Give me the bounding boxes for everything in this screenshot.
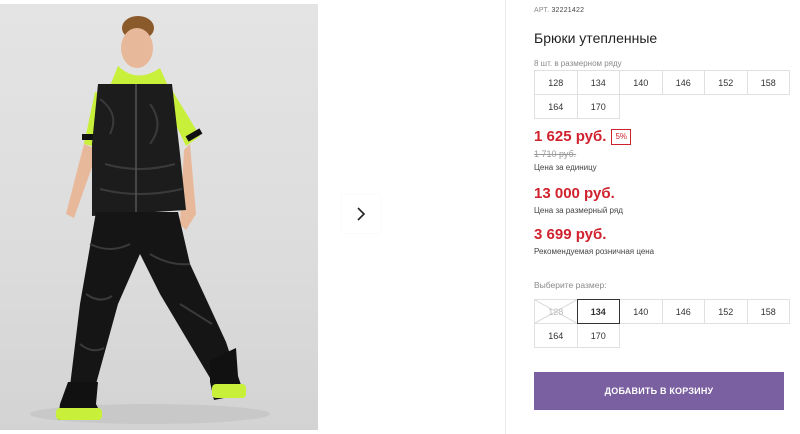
size-row-cell: 170	[576, 94, 620, 119]
size-row-cell: 146	[661, 70, 705, 95]
product-title: Брюки утепленные	[534, 30, 658, 46]
size-row-grid: 128 134 140 146 152 158 164 170	[534, 70, 790, 119]
product-gallery	[0, 0, 505, 434]
product-photo	[0, 4, 318, 430]
column-divider	[505, 0, 506, 434]
rrp-label: Рекомендуемая розничная цена	[534, 247, 655, 256]
unit-price-label: Цена за единицу	[534, 163, 597, 172]
size-row-cell: 128	[534, 70, 578, 95]
size-row-cell: 140	[619, 70, 663, 95]
size-option-158[interactable]: 158	[746, 299, 790, 324]
size-picker: 128 134 140 146 152 158 164 170	[534, 299, 790, 348]
pcs-in-row-label: 8 шт. в размерном ряду	[534, 59, 622, 68]
size-option-label: 128	[548, 306, 564, 317]
old-price: 1 710 руб.	[534, 149, 577, 159]
model-illustration	[30, 16, 270, 424]
add-to-cart-button[interactable]: ДОБАВИТЬ В КОРЗИНУ	[534, 372, 784, 410]
choose-size-label: Выберите размер:	[534, 280, 607, 290]
size-option-134[interactable]: 134	[576, 299, 620, 324]
size-option-146[interactable]: 146	[661, 299, 705, 324]
gallery-next-button[interactable]	[342, 195, 380, 233]
size-row-cell: 134	[576, 70, 620, 95]
row-price: 13 000 руб.	[534, 185, 615, 202]
size-option-140[interactable]: 140	[619, 299, 663, 324]
size-option-128: 128	[534, 299, 578, 324]
size-row-cell: 152	[704, 70, 748, 95]
article-label: АРТ.	[534, 7, 550, 14]
chevron-right-icon	[357, 207, 366, 221]
rrp-price: 3 699 руб.	[534, 226, 607, 243]
discount-badge: 5%	[611, 128, 632, 145]
unit-price-block: 1 625 руб. 5%	[534, 128, 632, 145]
size-option-152[interactable]: 152	[704, 299, 748, 324]
unit-price: 1 625 руб.	[534, 128, 607, 145]
size-option-170[interactable]: 170	[576, 323, 620, 348]
size-row-cell: 164	[534, 94, 578, 119]
size-option-164[interactable]: 164	[534, 323, 578, 348]
row-price-label: Цена за размерный ряд	[534, 206, 623, 215]
size-row-cell: 158	[746, 70, 790, 95]
article-number: АРТ. 32221422	[534, 7, 584, 14]
article-value: 32221422	[551, 7, 585, 14]
